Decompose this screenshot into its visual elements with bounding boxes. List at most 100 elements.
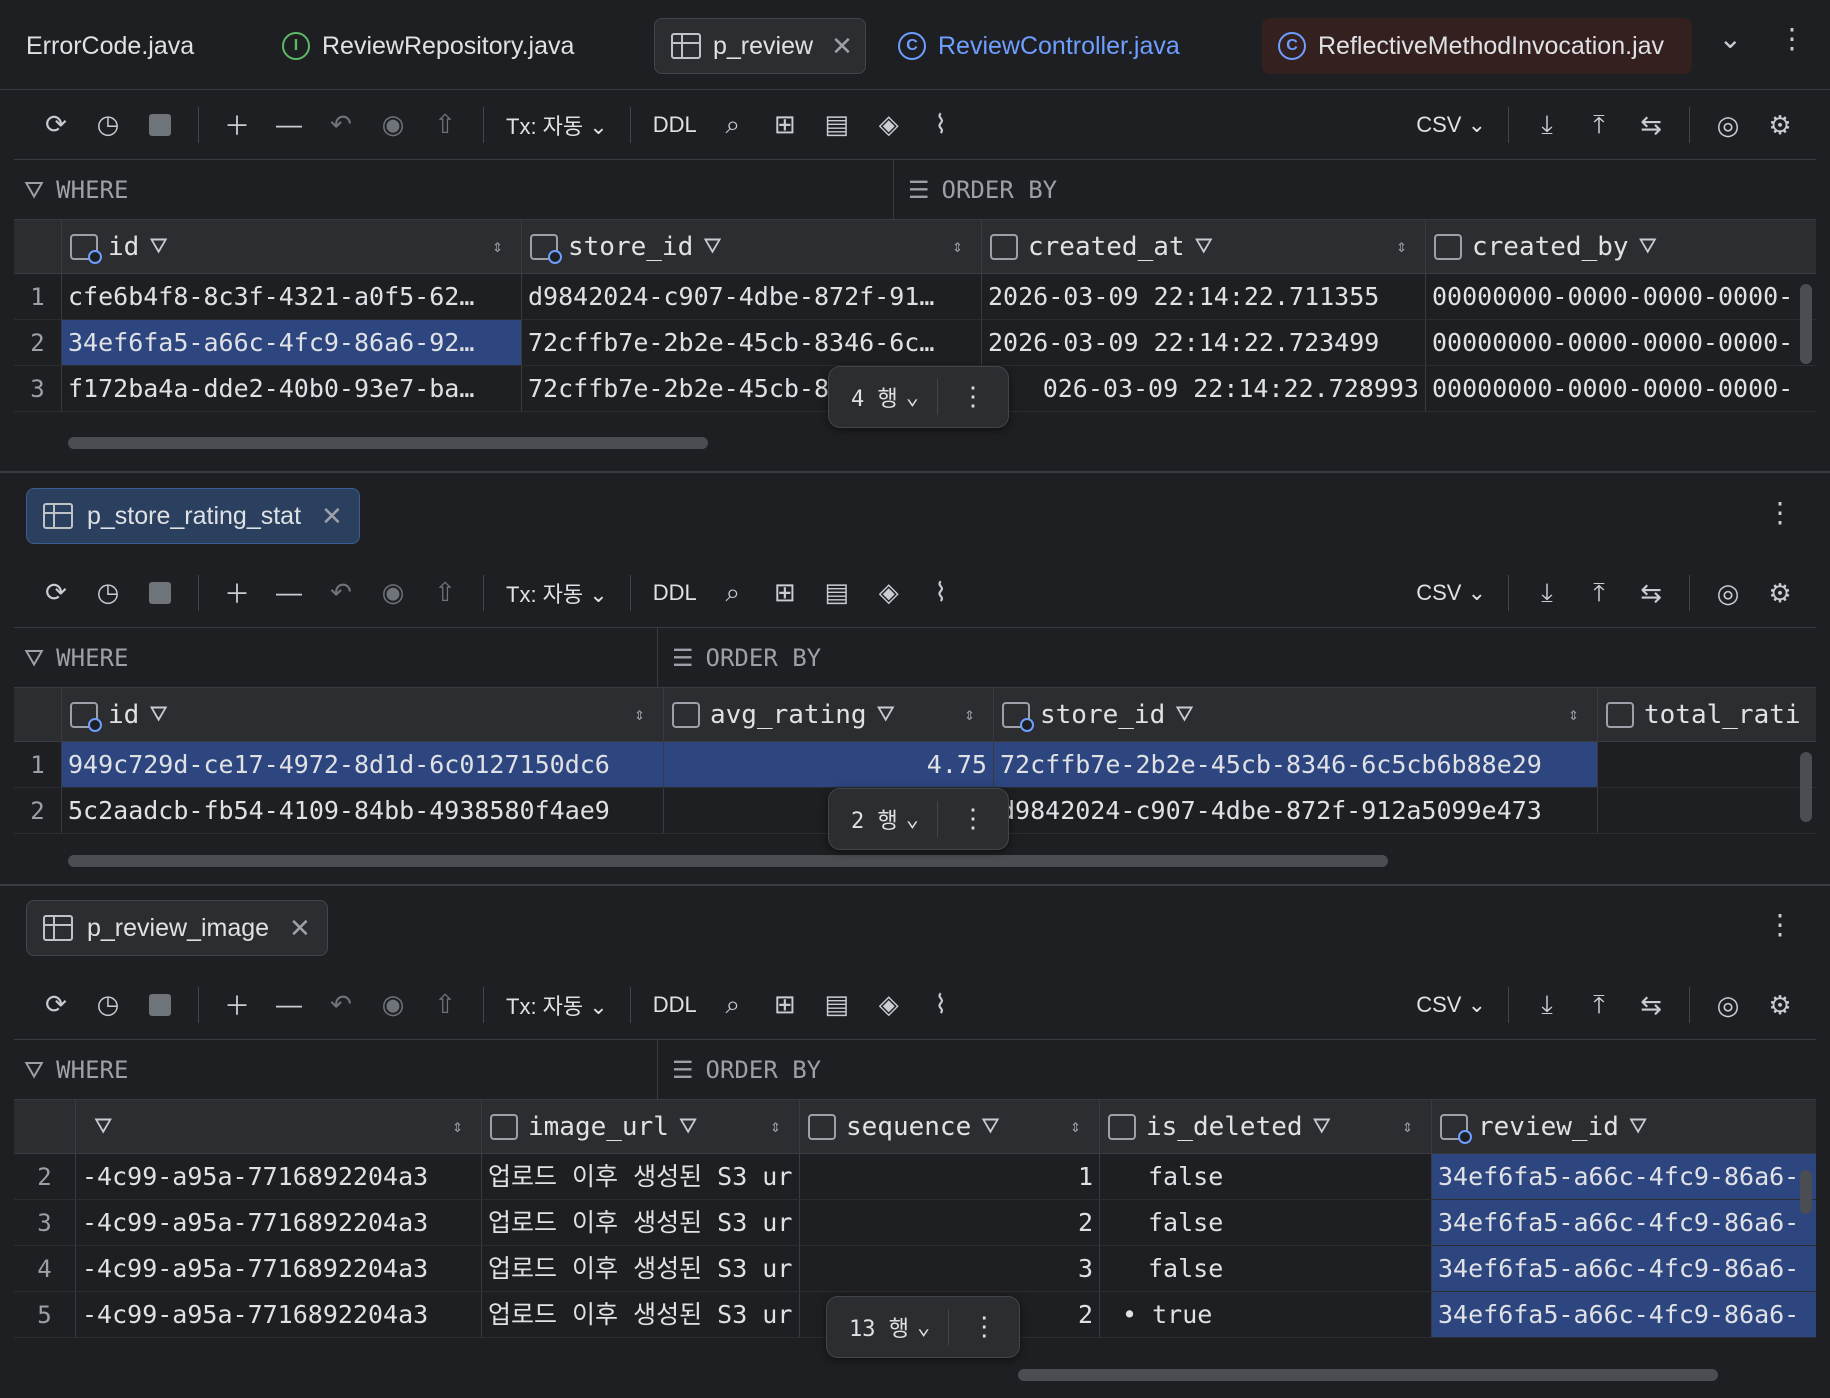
column-header-image-url[interactable]: image_url ⛛ ⇕ — [482, 1100, 800, 1153]
compare-icon[interactable]: ⇆ — [1625, 99, 1677, 151]
paint-icon[interactable]: ◈ — [863, 567, 915, 619]
tab-reflective-method-invocation[interactable]: C ReflectiveMethodInvocation.jav — [1262, 18, 1692, 74]
column-filter-icon[interactable]: ⛛ — [94, 1114, 112, 1139]
more-vertical-icon[interactable]: ⋮ — [1766, 908, 1794, 941]
horizontal-scrollbar[interactable] — [14, 1362, 1814, 1384]
view-table-icon[interactable]: ▤ — [811, 567, 863, 619]
stop-icon[interactable] — [134, 979, 186, 1031]
table-row[interactable]: 2 -4c99-a95a-7716892204a3 업로드 이후 생성된 S3 … — [14, 1154, 1816, 1200]
compare-icon[interactable]: ⇆ — [1625, 567, 1677, 619]
close-icon[interactable]: ✕ — [321, 501, 343, 532]
vertical-scrollbar[interactable] — [1800, 284, 1812, 364]
search-icon[interactable]: ⌕ — [707, 99, 759, 151]
history-icon[interactable]: ◷ — [82, 979, 134, 1031]
column-filter-icon[interactable]: ⛛ — [1313, 1114, 1331, 1139]
close-icon[interactable]: ✕ — [289, 913, 311, 944]
stop-icon[interactable] — [134, 567, 186, 619]
chevron-down-icon[interactable]: ⌄ — [1719, 22, 1742, 55]
vertical-scrollbar[interactable] — [1800, 752, 1812, 822]
paint-icon[interactable]: ◈ — [863, 99, 915, 151]
revert-icon[interactable]: ↶ — [315, 979, 367, 1031]
gear-icon[interactable]: ⚙ — [1754, 99, 1806, 151]
column-header-id[interactable]: id ⛛ ⇕ — [62, 220, 522, 273]
more-vertical-icon[interactable]: ⋮ — [1778, 22, 1806, 55]
column-filter-icon[interactable]: ⛛ — [1195, 234, 1213, 259]
gear-icon[interactable]: ⚙ — [1754, 567, 1806, 619]
order-by-filter[interactable]: ☰ ORDER BY — [658, 644, 821, 672]
tab-error-code[interactable]: ErrorCode.java — [10, 18, 230, 74]
ddl-button[interactable]: DDL — [643, 112, 707, 138]
table-row[interactable]: 2 34ef6fa5-a66c-4fc9-86a6-92… 72cffb7e-2… — [14, 320, 1816, 366]
eye-icon[interactable]: ◎ — [1702, 567, 1754, 619]
add-row-icon[interactable]: ＋ — [211, 567, 263, 619]
upload-icon[interactable]: ⤒ — [1573, 99, 1625, 151]
tab-p-review-image[interactable]: p_review_image ✕ — [26, 900, 328, 956]
sort-icon[interactable]: ⇕ — [770, 1116, 781, 1137]
add-row-icon[interactable]: ＋ — [211, 979, 263, 1031]
revert-icon[interactable]: ↶ — [315, 99, 367, 151]
sort-icon[interactable]: ⇕ — [1568, 704, 1579, 725]
tab-review-controller[interactable]: C ReviewController.java — [882, 18, 1222, 74]
table-row[interactable]: 3 -4c99-a95a-7716892204a3 업로드 이후 생성된 S3 … — [14, 1200, 1816, 1246]
upload-icon[interactable]: ⤒ — [1573, 567, 1625, 619]
history-icon[interactable]: ◷ — [82, 567, 134, 619]
more-vertical-icon[interactable]: ⋮ — [1766, 496, 1794, 529]
submit-icon[interactable]: ⇧ — [419, 99, 471, 151]
transaction-mode-dropdown[interactable]: Tx: 자동 ⌄ — [496, 989, 618, 1021]
search-icon[interactable]: ⌕ — [707, 567, 759, 619]
export-format-dropdown[interactable]: CSV ⌄ — [1406, 112, 1496, 138]
where-filter[interactable]: ⛛ WHERE — [14, 1040, 658, 1099]
sort-icon[interactable]: ⇕ — [1402, 1116, 1413, 1137]
column-filter-icon[interactable]: ⛛ — [679, 1114, 697, 1139]
upload-icon[interactable]: ⤒ — [1573, 979, 1625, 1031]
sort-icon[interactable]: ⇕ — [452, 1116, 463, 1137]
transaction-mode-dropdown[interactable]: Tx: 자동 ⌄ — [496, 109, 618, 141]
column-header-store-id[interactable]: store_id ⛛ ⇕ — [994, 688, 1598, 741]
view-table-icon[interactable]: ▤ — [811, 979, 863, 1031]
row-count-popup[interactable]: 2 행 ⌄ ⋮ — [828, 788, 1009, 850]
column-header-store-id[interactable]: store_id ⛛ ⇕ — [522, 220, 982, 273]
more-vertical-icon[interactable]: ⋮ — [936, 379, 1008, 415]
table-row[interactable]: 4 -4c99-a95a-7716892204a3 업로드 이후 생성된 S3 … — [14, 1246, 1816, 1292]
column-header-review-id[interactable]: review_id ⛛ — [1432, 1100, 1816, 1153]
vertical-scrollbar[interactable] — [1800, 1170, 1812, 1214]
refresh-icon[interactable]: ⟳ — [30, 567, 82, 619]
order-by-filter[interactable]: ☰ ORDER BY — [658, 1056, 821, 1084]
more-vertical-icon[interactable]: ⋮ — [936, 801, 1008, 837]
delete-row-icon[interactable]: — — [263, 567, 315, 619]
stop-icon[interactable] — [134, 99, 186, 151]
export-format-dropdown[interactable]: CSV ⌄ — [1406, 992, 1496, 1018]
column-filter-icon[interactable]: ⛛ — [981, 1114, 999, 1139]
preview-icon[interactable]: ◉ — [367, 979, 419, 1031]
column-header-avg-rating[interactable]: avg_rating ⛛ ⇕ — [664, 688, 994, 741]
column-filter-icon[interactable]: ⛛ — [1629, 1114, 1647, 1139]
row-count-dropdown[interactable]: 13 행 ⌄ — [827, 1311, 948, 1343]
order-by-filter[interactable]: ☰ ORDER BY — [894, 176, 1057, 204]
add-row-icon[interactable]: ＋ — [211, 99, 263, 151]
delete-row-icon[interactable]: — — [263, 99, 315, 151]
row-count-dropdown[interactable]: 4 행 ⌄ — [829, 381, 937, 413]
more-vertical-icon[interactable]: ⋮ — [948, 1309, 1019, 1345]
row-count-popup[interactable]: 4 행 ⌄ ⋮ — [828, 366, 1009, 428]
sort-icon[interactable]: ⇕ — [964, 704, 975, 725]
download-icon[interactable]: ⤓ — [1521, 99, 1573, 151]
eye-icon[interactable]: ◎ — [1702, 99, 1754, 151]
column-header-id[interactable]: id ⛛ ⇕ — [62, 688, 664, 741]
filter-table-icon[interactable]: ⊞ — [759, 99, 811, 151]
tab-p-store-rating-stat[interactable]: p_store_rating_stat ✕ — [26, 488, 360, 544]
chart-icon[interactable]: ⌇ — [915, 99, 967, 151]
column-header-created-by[interactable]: created_by ⛛ — [1426, 220, 1816, 273]
column-filter-icon[interactable]: ⛛ — [703, 234, 721, 259]
compare-icon[interactable]: ⇆ — [1625, 979, 1677, 1031]
history-icon[interactable]: ◷ — [82, 99, 134, 151]
column-header-total-rating[interactable]: total_rati — [1598, 688, 1816, 741]
tab-p-review[interactable]: p_review ✕ — [654, 18, 866, 74]
revert-icon[interactable]: ↶ — [315, 567, 367, 619]
column-header-is-deleted[interactable]: is_deleted ⛛ ⇕ — [1100, 1100, 1432, 1153]
sort-icon[interactable]: ⇕ — [634, 704, 645, 725]
column-filter-icon[interactable]: ⛛ — [877, 702, 895, 727]
filter-table-icon[interactable]: ⊞ — [759, 979, 811, 1031]
delete-row-icon[interactable]: — — [263, 979, 315, 1031]
preview-icon[interactable]: ◉ — [367, 567, 419, 619]
ddl-button[interactable]: DDL — [643, 580, 707, 606]
